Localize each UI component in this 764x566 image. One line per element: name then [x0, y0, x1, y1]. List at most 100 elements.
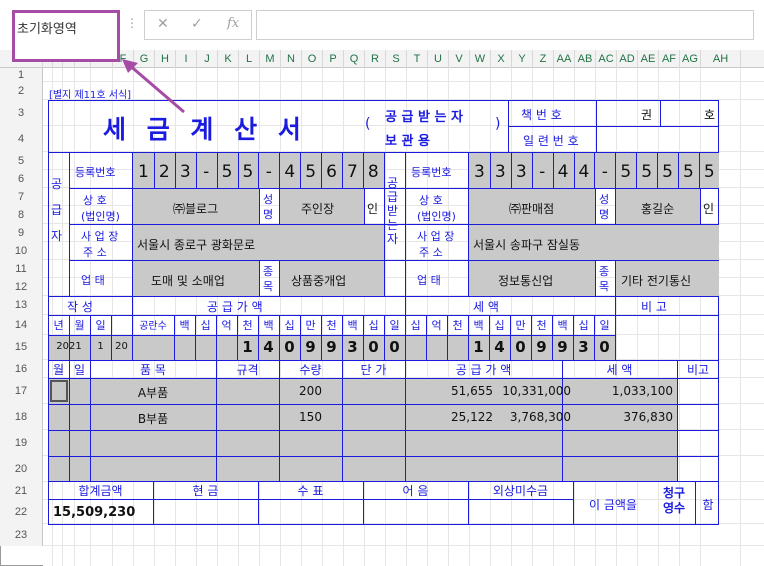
column-header-m[interactable]: M — [260, 50, 281, 68]
amount-unit: 천 — [326, 319, 337, 332]
reg-separator — [657, 153, 659, 188]
tax-unit: 천 — [452, 319, 463, 332]
row-header-14[interactable]: 14 — [0, 315, 43, 335]
supplier-company-label-2: (법인명) — [81, 210, 120, 223]
row-header-19[interactable]: 19 — [0, 430, 43, 456]
buyer-name-label: 성 명 — [599, 193, 610, 221]
column-header-k[interactable]: K — [218, 50, 239, 68]
column-header-y[interactable]: Y — [512, 50, 533, 68]
column-header-z[interactable]: Z — [533, 50, 554, 68]
column-header-q[interactable]: Q — [344, 50, 365, 68]
item-col-separator — [69, 456, 70, 482]
supply-amount-label: 공 급 가 액 — [207, 300, 263, 314]
item-col-separator — [216, 378, 217, 404]
row-header-21[interactable]: 21 — [0, 482, 43, 500]
item-tax: 1,033,100 — [611, 384, 673, 398]
column-header-u[interactable]: U — [428, 50, 449, 68]
supply-digit: 9 — [305, 338, 316, 356]
selected-cell[interactable] — [50, 380, 68, 402]
date-header: 년 — [53, 319, 64, 332]
row-header-13[interactable]: 13 — [0, 296, 43, 315]
reg-separator — [362, 153, 364, 188]
supply-digit: 0 — [389, 338, 400, 356]
row-header-11[interactable]: 11 — [0, 260, 43, 278]
row-header-10[interactable]: 10 — [0, 242, 43, 260]
row-header-3[interactable]: 3 — [0, 100, 43, 126]
row-header-23[interactable]: 23 — [0, 524, 43, 546]
supplier-reg-digit: 3 — [179, 162, 191, 182]
supplier-reg-digit: 4 — [284, 162, 296, 182]
row-header-12[interactable]: 12 — [0, 278, 43, 296]
column-header-l[interactable]: L — [239, 50, 260, 68]
sep — [363, 335, 364, 360]
column-header-ac[interactable]: AC — [596, 50, 617, 68]
x-icon[interactable]: ✕ — [157, 16, 169, 32]
item-row-fill — [70, 405, 90, 430]
formula-input[interactable] — [256, 10, 754, 40]
name-box[interactable]: 초기화영역 — [12, 10, 120, 62]
reg-separator — [321, 153, 323, 188]
row-header-2[interactable]: 2 — [0, 82, 43, 100]
row-header-17[interactable]: 17 — [0, 378, 43, 404]
buyer-reg-digit: 3 — [494, 162, 506, 182]
worksheet[interactable]: [별지 제11호 서식] 세 금 계 산 서 ( 공 급 받 는 자 보 관 용… — [43, 68, 764, 566]
column-header-ab[interactable]: AB — [575, 50, 596, 68]
column-header-p[interactable]: P — [323, 50, 344, 68]
column-header-r[interactable]: R — [365, 50, 386, 68]
tax-label: 세 액 — [473, 300, 499, 314]
column-header-j[interactable]: J — [197, 50, 218, 68]
supply-digit: 1 — [242, 338, 253, 356]
column-header-ah[interactable]: AH — [701, 50, 741, 68]
column-header-w[interactable]: W — [470, 50, 491, 68]
column-header-x[interactable]: X — [491, 50, 512, 68]
grid-row-line — [43, 545, 764, 546]
column-header-ad[interactable]: AD — [617, 50, 638, 68]
column-header-aa[interactable]: AA — [554, 50, 575, 68]
item-col-separator — [562, 430, 563, 456]
supplier-company-label-1: 상 호 — [83, 194, 107, 207]
row-header-8[interactable]: 8 — [0, 206, 43, 224]
supply-digit: 4 — [263, 338, 274, 356]
item-qty: 150 — [299, 410, 322, 424]
item-row-fill — [49, 405, 69, 430]
row-header-20[interactable]: 20 — [0, 456, 43, 482]
item-header: 공 급 가 액 — [455, 363, 512, 377]
column-header-ag[interactable]: AG — [680, 50, 701, 68]
total-line — [48, 499, 573, 500]
row-header-7[interactable]: 7 — [0, 188, 43, 206]
buyer-reg-digit: - — [539, 162, 546, 182]
item-header: 단 가 — [360, 363, 387, 377]
column-header-ae[interactable]: AE — [638, 50, 659, 68]
fx-icon[interactable]: fx — [227, 16, 239, 31]
row-header-9[interactable]: 9 — [0, 224, 43, 242]
item-col-separator — [69, 378, 70, 404]
tax-unit: 십 — [578, 319, 589, 332]
buyer-item: 기타 전기통신 — [621, 274, 692, 288]
sep — [69, 335, 70, 360]
column-header-n[interactable]: N — [281, 50, 302, 68]
column-header-v[interactable]: V — [449, 50, 470, 68]
row-header-15[interactable]: 15 — [0, 335, 43, 360]
tax-digit: 1 — [473, 338, 484, 356]
row-header-16[interactable]: 16 — [0, 360, 43, 378]
row-header-5[interactable]: 5 — [0, 152, 43, 170]
book-no-label: 책 번 호 — [521, 108, 562, 122]
supplier-reg-digit: - — [203, 162, 210, 182]
row-header-6[interactable]: 6 — [0, 170, 43, 188]
supply-digit: 3 — [347, 338, 358, 356]
column-header-t[interactable]: T — [407, 50, 428, 68]
supplier-biz: 도매 및 소매업 — [151, 274, 225, 288]
amount-unit: 십 — [284, 319, 295, 332]
row-header-18[interactable]: 18 — [0, 404, 43, 430]
row-header-1[interactable]: 1 — [0, 68, 43, 82]
column-header-af[interactable]: AF — [659, 50, 680, 68]
check-icon[interactable]: ✓ — [191, 16, 203, 32]
credit-label: 외상미수금 — [492, 484, 549, 498]
item-col-separator — [69, 404, 70, 430]
row-header-4[interactable]: 4 — [0, 126, 43, 152]
column-header-o[interactable]: O — [302, 50, 323, 68]
row-header-22[interactable]: 22 — [0, 500, 43, 524]
item-col-separator — [279, 456, 280, 482]
item-row-fill — [91, 431, 677, 456]
column-header-s[interactable]: S — [386, 50, 407, 68]
